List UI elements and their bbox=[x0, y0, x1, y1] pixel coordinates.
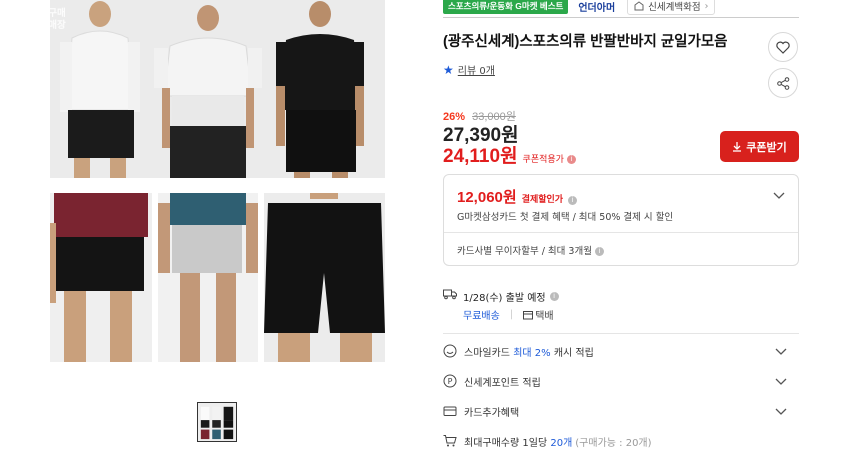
share-icon bbox=[776, 76, 789, 90]
free-shipping-label: 무료배송 bbox=[463, 311, 500, 322]
thumbnail-illustration bbox=[198, 403, 236, 441]
card-icon bbox=[443, 406, 457, 416]
detail-image-1-illustration bbox=[50, 193, 152, 362]
payment-discount-amount: 12,060원 bbox=[457, 189, 517, 206]
chevron-down-icon[interactable] bbox=[775, 375, 787, 387]
info-icon[interactable]: i bbox=[568, 196, 578, 205]
parcel-text: 택배 bbox=[535, 311, 554, 322]
divider: | bbox=[509, 309, 514, 320]
heart-icon bbox=[776, 41, 790, 54]
product-title: (광주신세계)스포츠의류 반팔반바지 균일가모음 bbox=[443, 34, 728, 50]
installment-text: 카드사별 무이자할부 / 최대 3개월 bbox=[457, 246, 592, 257]
coupon-note-text: 쿠폰적용가 bbox=[522, 155, 564, 165]
detail-image-3-illustration bbox=[264, 193, 385, 362]
review-summary[interactable]: ★ 리뷰 0개 bbox=[443, 62, 495, 78]
star-icon: ★ bbox=[443, 62, 454, 77]
store-icon bbox=[634, 1, 644, 11]
payment-discount-box[interactable]: 12,060원 결제할인가 i G마켓삼성카드 첫 결제 혜택 / 최대 50%… bbox=[443, 174, 799, 266]
payment-discount-main: 12,060원 결제할인가 i bbox=[457, 186, 578, 207]
card-extra-benefit-row[interactable]: 카드추가혜택 bbox=[443, 396, 799, 426]
max-purchase-row: 최대구매수량 1일당 20개 (구매가능 : 20개) bbox=[443, 426, 799, 456]
coupon-price: 24,110원 bbox=[443, 146, 518, 167]
smile-card-rate: 최대 2% bbox=[513, 347, 551, 359]
download-icon bbox=[733, 142, 742, 152]
shipping-divider bbox=[443, 333, 799, 334]
parcel-label: 택배 bbox=[523, 307, 554, 322]
smile-card-suffix: 캐시 적립 bbox=[553, 347, 594, 359]
ssg-point-label: 신세계포인트 적립 bbox=[464, 377, 541, 389]
payment-benefit-text: G마켓삼성카드 첫 결제 혜택 / 최대 50% 결제 시 할인 bbox=[457, 212, 674, 223]
truck-icon bbox=[443, 289, 457, 300]
top-divider bbox=[443, 17, 799, 18]
smile-card-label: 스마일카드 bbox=[464, 347, 510, 359]
store-chip[interactable]: 신세계백화점 › bbox=[627, 0, 716, 15]
chevron-down-icon[interactable] bbox=[773, 189, 785, 201]
coupon-price-row: 24,110원 쿠폰적용가 i bbox=[443, 141, 576, 168]
svg-text:P: P bbox=[448, 377, 453, 386]
detail-image-teal-top[interactable] bbox=[158, 193, 258, 362]
shipping-section: 1/28(수) 출발 예정 i 무료배송 | 택배 bbox=[443, 289, 799, 331]
installment-info: 카드사별 무이자할부 / 최대 3개월 i bbox=[457, 243, 604, 257]
detail-image-2-illustration bbox=[158, 193, 258, 362]
product-gallery: 구매 매장 bbox=[50, 0, 385, 362]
store-name: 신세계백화점 bbox=[648, 2, 701, 13]
payment-discount-label: 결제할인가 bbox=[521, 195, 564, 205]
detail-image-maroon-top[interactable] bbox=[50, 193, 152, 362]
chevron-right-icon: › bbox=[704, 0, 709, 12]
info-icon[interactable]: i bbox=[594, 247, 604, 256]
chevron-down-icon[interactable] bbox=[775, 345, 787, 357]
review-count[interactable]: 리뷰 0개 bbox=[458, 62, 495, 77]
top-tag-row: 스포츠의류/운동화 G마켓 베스트 언더아머 신세계백화점 › bbox=[443, 0, 716, 15]
info-icon[interactable]: i bbox=[549, 292, 559, 301]
info-icon[interactable]: i bbox=[566, 155, 576, 164]
best-badge[interactable]: 스포츠의류/운동화 G마켓 베스트 bbox=[443, 0, 569, 14]
get-coupon-button[interactable]: 쿠폰받기 bbox=[720, 131, 799, 162]
main-product-image[interactable]: 구매 매장 bbox=[50, 0, 385, 178]
payment-divider bbox=[444, 232, 798, 233]
ssg-point-row[interactable]: P 신세계포인트 적립 bbox=[443, 366, 799, 396]
point-icon: P bbox=[443, 374, 457, 388]
max-purchase-note: (구매가능 : 20개) bbox=[575, 437, 652, 449]
buy-store-badge: 구매 매장 bbox=[50, 8, 66, 31]
max-purchase-label: 최대구매수량 1일당 bbox=[464, 437, 548, 449]
smile-card-benefit-row[interactable]: 스마일카드 최대 2% 캐시 적립 bbox=[443, 336, 799, 366]
detail-image-black-shorts[interactable] bbox=[264, 193, 385, 362]
share-button[interactable] bbox=[768, 68, 798, 98]
shipping-options: 무료배송 | 택배 bbox=[463, 307, 554, 322]
coupon-button-label: 쿠폰받기 bbox=[746, 141, 787, 154]
coupon-price-label: 쿠폰적용가 i bbox=[523, 152, 576, 165]
chevron-down-icon[interactable] bbox=[775, 405, 787, 417]
smile-icon bbox=[443, 344, 457, 358]
box-icon bbox=[523, 310, 534, 319]
cart-icon bbox=[443, 435, 457, 447]
wishlist-button[interactable] bbox=[768, 32, 798, 62]
shipping-date: 1/28(수) 출발 예정 i bbox=[463, 289, 559, 304]
main-image-illustration bbox=[50, 0, 385, 178]
card-extra-label: 카드추가혜택 bbox=[464, 407, 520, 419]
gallery-thumbnail[interactable] bbox=[197, 402, 237, 442]
brand-link[interactable]: 언더아머 bbox=[578, 0, 615, 14]
shipping-date-text: 1/28(수) 출발 예정 bbox=[463, 293, 546, 304]
max-purchase-count: 20개 bbox=[550, 437, 573, 449]
